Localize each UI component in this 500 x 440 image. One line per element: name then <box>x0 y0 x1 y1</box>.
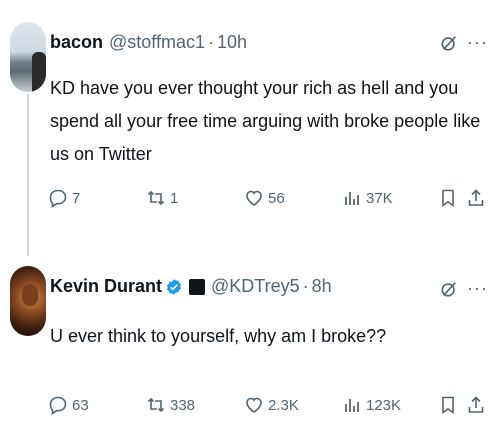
user-handle[interactable]: @KDTrey5 <box>211 276 300 297</box>
timestamp[interactable]: 10h <box>217 32 247 53</box>
share-button[interactable] <box>466 395 490 415</box>
views-icon <box>345 192 359 205</box>
user-handle[interactable]: @stoffmac1 <box>109 32 205 53</box>
like-count: 2.3K <box>268 396 299 414</box>
repost-icon <box>147 190 165 206</box>
repost-icon <box>147 397 165 413</box>
tweet-text: KD have you ever thought your rich as he… <box>50 78 481 164</box>
reply-count: 7 <box>72 189 81 207</box>
like-icon <box>246 190 262 206</box>
display-name[interactable]: bacon <box>50 32 103 53</box>
view-count: 37K <box>366 189 393 207</box>
views-icon <box>345 399 359 412</box>
repost-button[interactable]: 338 <box>146 395 195 415</box>
repost-count: 338 <box>170 396 196 414</box>
grok-icon[interactable] <box>440 280 458 298</box>
more-icon[interactable]: ··· <box>467 32 488 53</box>
separator-dot: · <box>302 276 309 296</box>
tweet-header: bacon @stoffmac1 · 10h <box>50 32 247 53</box>
avatar-photo-person <box>32 52 46 92</box>
thread-connector-line <box>27 94 29 256</box>
separator-dot: · <box>208 32 214 52</box>
bookmark-icon <box>442 189 454 208</box>
timestamp[interactable]: 8h <box>312 276 332 297</box>
bookmark-button[interactable] <box>438 395 462 415</box>
more-icon[interactable]: ··· <box>467 278 488 299</box>
like-count: 56 <box>268 189 285 207</box>
reply-count: 63 <box>72 396 89 414</box>
views-button[interactable]: 123K <box>342 395 401 415</box>
share-icon <box>468 396 484 413</box>
share-button[interactable] <box>466 188 490 208</box>
repost-button[interactable]: 1 <box>146 188 178 208</box>
action-bar: 7 1 56 37K <box>48 188 488 212</box>
affiliate-badge-icon[interactable] <box>189 278 206 295</box>
avatar-photo-face <box>22 284 38 306</box>
tweet-bacon[interactable]: bacon @stoffmac1 · 10h ··· KD have you e… <box>0 0 500 255</box>
like-button[interactable]: 56 <box>244 188 285 208</box>
display-name[interactable]: Kevin Durant <box>50 276 162 297</box>
reply-icon <box>49 189 67 208</box>
repost-count: 1 <box>170 189 179 207</box>
reply-button[interactable]: 7 <box>48 188 80 208</box>
reply-icon <box>49 396 67 415</box>
verified-icon[interactable] <box>165 278 183 296</box>
share-icon <box>468 189 484 206</box>
avatar[interactable] <box>10 266 46 336</box>
views-button[interactable]: 37K <box>342 188 393 208</box>
tweet-header: Kevin Durant @KDTrey5 · 8h <box>50 276 332 297</box>
like-button[interactable]: 2.3K <box>244 395 299 415</box>
bookmark-icon <box>442 396 454 415</box>
bookmark-button[interactable] <box>438 188 462 208</box>
avatar[interactable] <box>10 22 46 92</box>
reply-button[interactable]: 63 <box>48 395 89 415</box>
view-count: 123K <box>366 396 402 414</box>
tweet-text: U ever think to yourself, why am I broke… <box>50 326 387 346</box>
action-bar: 63 338 2.3K 123K <box>48 395 488 419</box>
grok-icon[interactable] <box>440 34 458 52</box>
like-icon <box>246 397 262 413</box>
